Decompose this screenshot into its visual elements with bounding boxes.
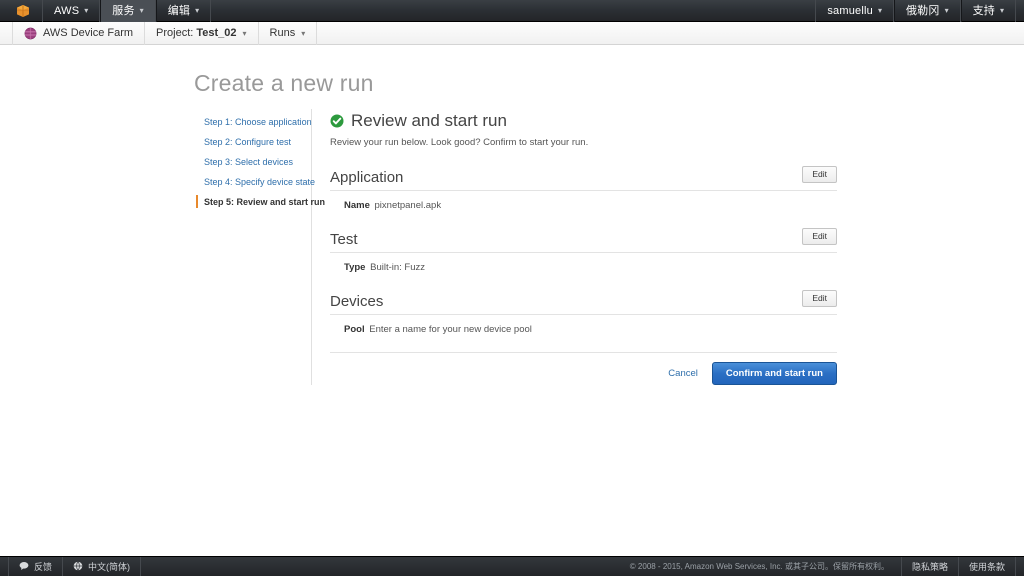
sidebar-item-step-2[interactable]: Step 2: Configure test [194, 132, 311, 152]
account-name-label: samuellu [827, 4, 873, 17]
chevron-down-icon: ▾ [139, 5, 144, 15]
chevron-down-icon: ▾ [944, 5, 949, 15]
confirm-and-start-run-button[interactable]: Confirm and start run [711, 362, 837, 385]
cancel-button[interactable]: Cancel [668, 368, 698, 379]
chevron-down-icon: ▾ [195, 5, 200, 15]
feedback-label: 反馈 [34, 562, 53, 572]
section-application: Application Edit Name pixnetpanel.apk [330, 166, 837, 223]
topnav-item-edit[interactable]: 编辑 ▾ [155, 0, 212, 22]
language-selector[interactable]: 中文(简体) [63, 556, 142, 576]
section-test: Test Edit Type Built-in: Fuzz [330, 228, 837, 285]
section-test-header: Test Edit [330, 228, 837, 253]
aws-global-navbar: AWS ▾ 服务 ▾ 编辑 ▾ samuellu ▾ 俄勒冈 ▾ 支持 ▾ [0, 0, 1024, 22]
privacy-policy-link[interactable]: 隐私策略 [900, 556, 958, 576]
page-content: Create a new run Step 1: Choose applicat… [0, 70, 1024, 385]
breadcrumb-item-runs[interactable]: Runs ▾ [259, 21, 318, 45]
support-label: 支持 [972, 4, 995, 17]
breadcrumb: AWS Device Farm Project: Test_02 ▾ Runs … [0, 21, 1024, 45]
section-devices-header: Devices Edit [330, 290, 837, 315]
chevron-down-icon: ▾ [301, 28, 306, 38]
footer-bar: 反馈 中文(简体) © 2008 - 2015, Amazon Web Serv… [0, 556, 1024, 576]
step-3-label: Step 3: Select devices [204, 157, 294, 167]
page-title: Create a new run [194, 70, 374, 96]
device-farm-logo-icon [24, 27, 37, 40]
section-devices-body: Pool Enter a name for your new device po… [330, 315, 837, 347]
feedback-button[interactable]: 反馈 [8, 556, 64, 576]
test-type-key: Type [344, 262, 366, 273]
sidebar-item-step-3[interactable]: Step 3: Select devices [194, 152, 311, 172]
runs-label: Runs [269, 27, 296, 39]
topnav-item-account[interactable]: samuellu ▾ [815, 0, 894, 22]
review-header: Review and start run [330, 111, 837, 131]
topnav-item-aws-label: AWS [54, 4, 80, 17]
section-application-header: Application Edit [330, 166, 837, 191]
breadcrumb-item-project[interactable]: Project: Test_02 ▾ [145, 21, 259, 45]
sidebar-item-step-1[interactable]: Step 1: Choose application [194, 112, 312, 132]
topnav-item-services-label: 服务 [112, 4, 135, 17]
wizard-steps-sidebar: Step 1: Choose application Step 2: Confi… [194, 109, 325, 385]
terms-of-use-link[interactable]: 使用条款 [957, 556, 1016, 576]
global-nav-right: samuellu ▾ 俄勒冈 ▾ 支持 ▾ [807, 0, 1024, 22]
test-type-value: Built-in: Fuzz [370, 262, 426, 273]
project-prefix-label: Project: [156, 27, 194, 39]
sidebar-item-step-4[interactable]: Step 4: Specify device state [194, 172, 315, 192]
copyright-text: © 2008 - 2015, Amazon Web Services, Inc.… [629, 562, 889, 571]
chevron-down-icon: ▾ [877, 5, 882, 15]
step-1-label: Step 1: Choose application [204, 117, 312, 127]
section-devices-title: Devices [330, 293, 384, 310]
sidebar-item-step-5[interactable]: Step 5: Review and start run [194, 192, 325, 212]
edit-test-button[interactable]: Edit [802, 228, 837, 245]
step-2-label: Step 2: Configure test [204, 137, 292, 147]
step-5-label: Step 5: Review and start run [204, 197, 326, 207]
edit-devices-button[interactable]: Edit [802, 290, 837, 307]
region-label: 俄勒冈 [905, 4, 940, 17]
topnav-item-edit-label: 编辑 [167, 4, 191, 17]
topnav-item-support[interactable]: 支持 ▾ [960, 0, 1016, 22]
chevron-down-icon: ▾ [999, 5, 1004, 15]
global-nav-left: AWS ▾ 服务 ▾ 编辑 ▾ [0, 0, 212, 22]
check-circle-icon [330, 114, 344, 128]
language-label: 中文(简体) [88, 562, 131, 572]
wizard-actions: Cancel Confirm and start run [330, 352, 837, 385]
chevron-down-icon: ▾ [242, 28, 247, 38]
device-pool-value: Enter a name for your new device pool [369, 324, 532, 335]
project-name-label: Test_02 [196, 27, 237, 39]
review-subtitle: Review your run below. Look good? Confir… [330, 137, 589, 148]
chevron-down-icon: ▾ [84, 5, 89, 15]
breadcrumb-item-device-farm[interactable]: AWS Device Farm [12, 21, 146, 45]
section-test-title: Test [330, 231, 358, 248]
section-devices: Devices Edit Pool Enter a name for your … [330, 290, 837, 347]
footer-right: © 2008 - 2015, Amazon Web Services, Inc.… [618, 556, 1024, 576]
topnav-item-aws[interactable]: AWS ▾ [42, 0, 101, 22]
wizard-container: Step 1: Choose application Step 2: Confi… [194, 109, 1024, 385]
globe-icon [73, 560, 83, 573]
application-name-key: Name [344, 200, 370, 211]
device-pool-key: Pool [344, 324, 365, 335]
application-name-value: pixnetpanel.apk [374, 200, 442, 211]
review-title: Review and start run [351, 111, 507, 130]
speech-bubble-icon [19, 561, 29, 573]
breadcrumb-device-farm-label: AWS Device Farm [43, 27, 134, 39]
section-test-body: Type Built-in: Fuzz [330, 253, 837, 285]
section-application-title: Application [330, 169, 404, 186]
section-application-body: Name pixnetpanel.apk [330, 191, 837, 223]
edit-application-button[interactable]: Edit [802, 166, 837, 183]
review-panel: Review and start run Review your run bel… [312, 109, 837, 385]
topnav-item-services[interactable]: 服务 ▾ [100, 0, 156, 22]
aws-cube-icon[interactable] [12, 0, 34, 22]
step-4-label: Step 4: Specify device state [204, 177, 316, 187]
topnav-item-region[interactable]: 俄勒冈 ▾ [893, 0, 961, 22]
